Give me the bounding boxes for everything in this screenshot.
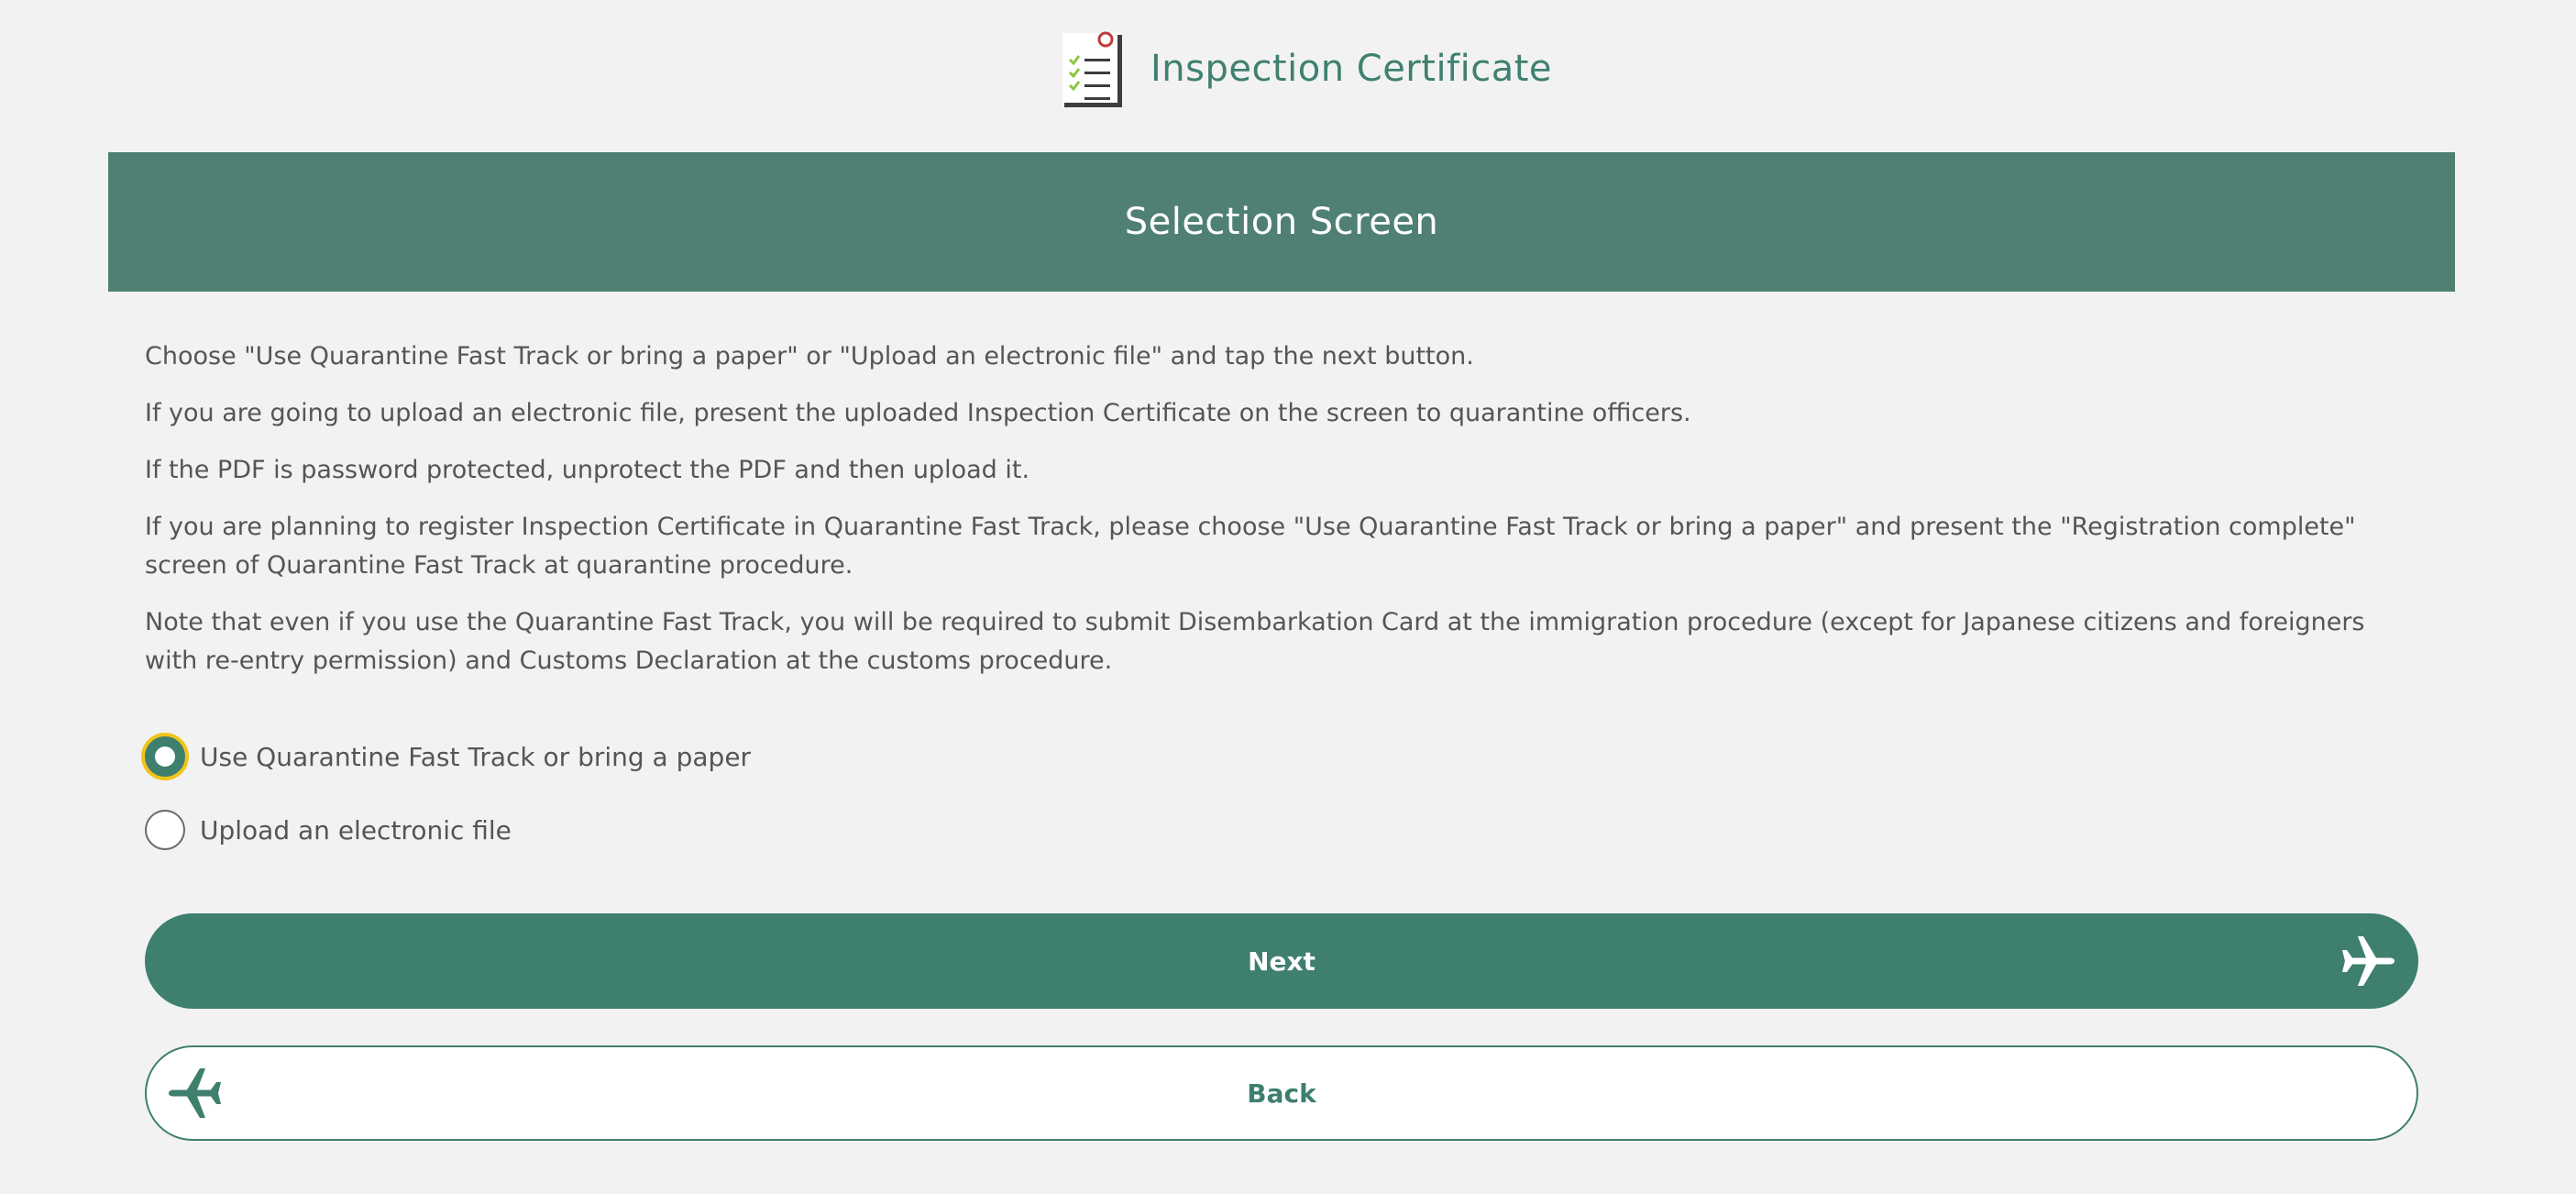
option-radio-group: Use Quarantine Fast Track or bring a pap… xyxy=(145,734,751,853)
instruction-text: If you are planning to register Inspecti… xyxy=(145,513,2356,580)
option-fast-track-or-paper[interactable]: Use Quarantine Fast Track or bring a pap… xyxy=(145,734,751,779)
option-label[interactable]: Use Quarantine Fast Track or bring a pap… xyxy=(200,742,751,772)
page-banner: Selection Screen xyxy=(108,152,2455,292)
option-label[interactable]: Upload an electronic file xyxy=(200,815,512,846)
instruction-text: Note that even if you use the Quarantine… xyxy=(145,608,2365,675)
app-title: Inspection Certificate xyxy=(1150,48,1553,90)
airplane-icon xyxy=(169,1068,221,1118)
instruction-text: If you are going to upload an electronic… xyxy=(145,399,1691,427)
back-button[interactable]: Back xyxy=(145,1045,2418,1141)
airplane-icon xyxy=(2342,936,2394,986)
next-button[interactable]: Next xyxy=(145,913,2418,1009)
app-header: Inspection Certificate xyxy=(0,0,2576,138)
option-upload-electronic-file[interactable]: Upload an electronic file xyxy=(145,807,751,853)
radio-button[interactable] xyxy=(145,810,185,850)
header-brand: Inspection Certificate xyxy=(1061,29,1552,108)
radio-button-selected[interactable] xyxy=(145,736,185,777)
instructions: Choose "Use Quarantine Fast Track or bri… xyxy=(145,337,2418,699)
instruction-text: If the PDF is password protected, unprot… xyxy=(145,456,1030,484)
next-button-label: Next xyxy=(1248,945,1316,977)
back-button-label: Back xyxy=(1247,1078,1316,1109)
page-title: Selection Screen xyxy=(1124,201,1439,243)
checklist-icon xyxy=(1062,31,1122,107)
instruction-text: Choose "Use Quarantine Fast Track or bri… xyxy=(145,342,1474,370)
